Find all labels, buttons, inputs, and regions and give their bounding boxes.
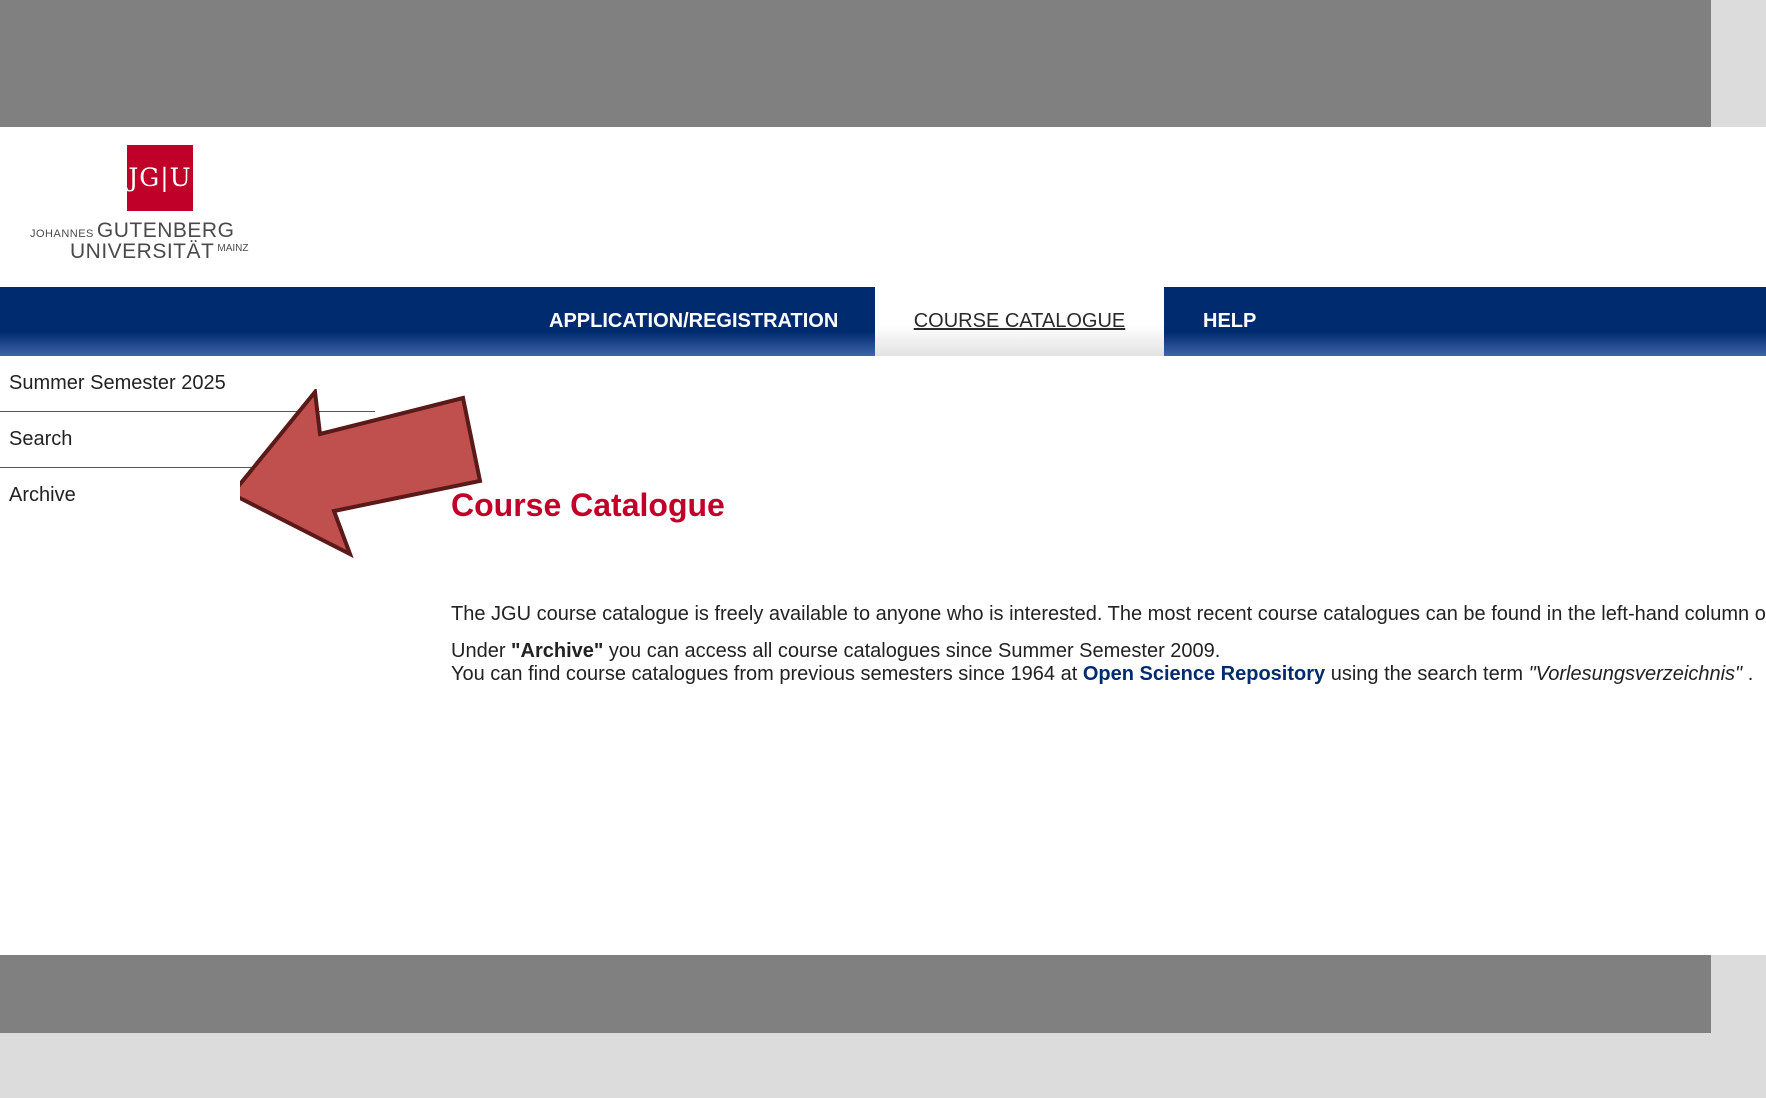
red-arrow-annotation-icon — [240, 389, 483, 559]
logo-gutenberg: GUTENBERG — [96, 219, 235, 242]
nav-course-catalogue[interactable]: COURSE CATALOGUE — [875, 287, 1164, 356]
logo-text-line2: UNIVERSITÄT MAINZ — [70, 240, 248, 264]
archive-term: "Archive" — [511, 640, 604, 662]
intro-text: The JGU course catalogue is freely avail… — [451, 603, 1766, 625]
page-title: Course Catalogue — [451, 487, 725, 523]
main-content: Course Catalogue The JGU course catalogu… — [451, 487, 1766, 685]
logo-johannes: JOHANNES — [30, 228, 94, 240]
repository-text-middle: using the search term — [1325, 663, 1529, 685]
repository-text-prefix: You can find course catalogues from prev… — [451, 663, 1083, 685]
search-term: "Vorlesungsverzeichnis" — [1528, 663, 1743, 685]
logo-mainz: MAINZ — [217, 243, 249, 254]
archive-paragraph: Under "Archive" you can access all cours… — [451, 640, 1753, 686]
jgu-logo-mark: JG|U — [127, 145, 193, 211]
archive-text-suffix: you can access all course catalogues sin… — [603, 640, 1221, 662]
main-nav-bar: APPLICATION/REGISTRATION COURSE CATALOGU… — [0, 287, 1766, 356]
nav-help[interactable]: HELP — [1203, 287, 1256, 356]
right-frame-strip — [1711, 0, 1766, 127]
bottom-frame-band — [0, 955, 1711, 1033]
top-frame-band — [0, 0, 1711, 127]
open-science-repository-link[interactable]: Open Science Repository — [1083, 663, 1325, 685]
browser-page: JG|U JOHANNES GUTENBERG UNIVERSITÄT MAINZ … — [0, 127, 1766, 955]
jgu-logo[interactable]: JG|U JOHANNES GUTENBERG UNIVERSITÄT MAINZ — [30, 145, 270, 265]
nav-application-registration[interactable]: APPLICATION/REGISTRATION — [549, 287, 838, 356]
repository-text-suffix: . — [1742, 663, 1754, 685]
logo-universitaet: UNIVERSITÄT — [70, 240, 215, 263]
archive-text-prefix: Under — [451, 640, 512, 662]
